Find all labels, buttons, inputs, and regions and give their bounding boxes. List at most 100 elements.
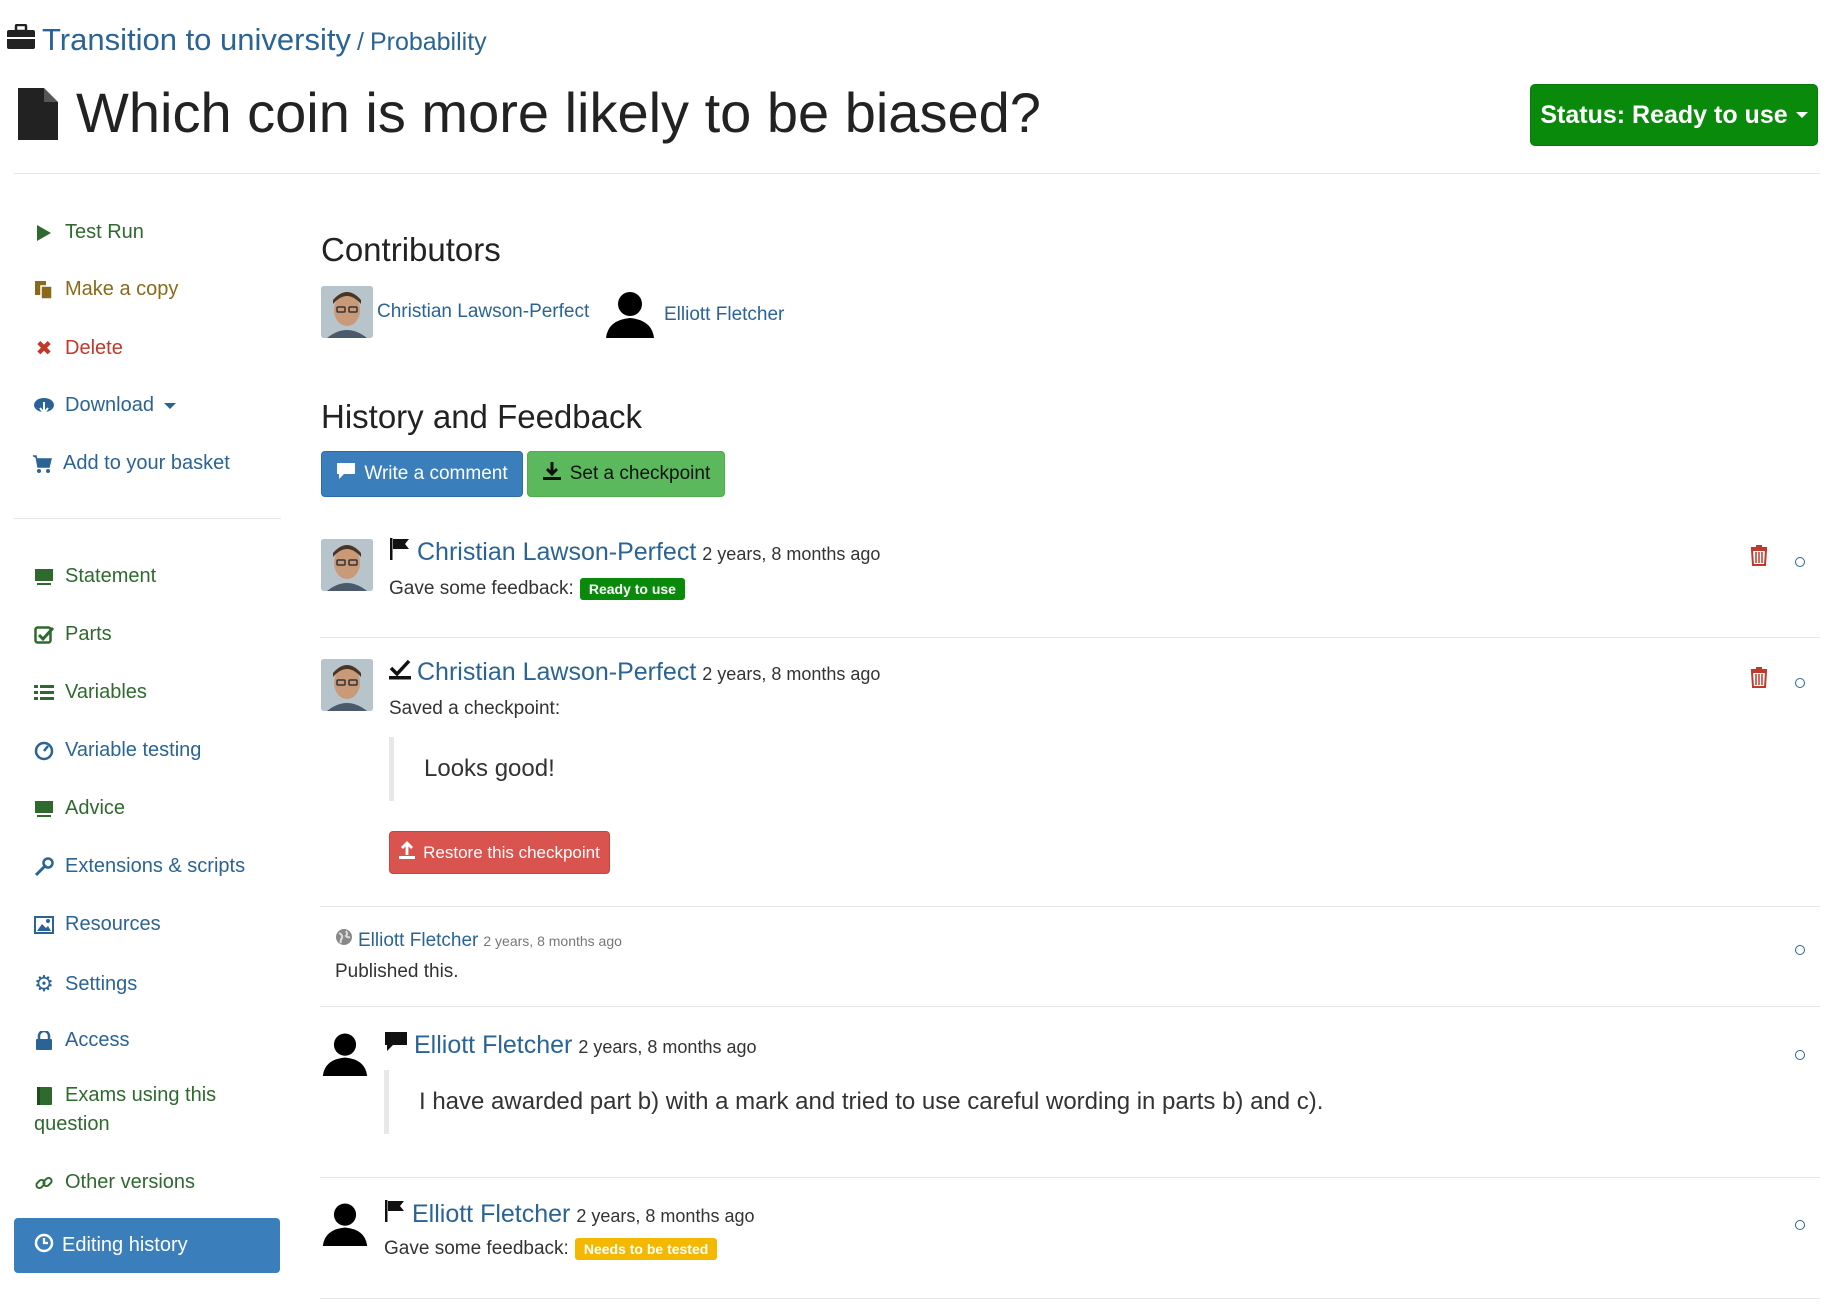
- history-divider: [320, 906, 1820, 907]
- sidebar-item-label: Variables: [65, 681, 147, 703]
- sidebar-item-label-continued: question: [34, 1113, 110, 1135]
- gear-icon: ⚙: [34, 971, 54, 996]
- sidebar-item-extensions[interactable]: Extensions & scripts: [33, 855, 245, 878]
- avatar: [321, 1028, 369, 1081]
- sidebar-item-resources[interactable]: Resources: [33, 913, 161, 936]
- flag-icon: [389, 538, 411, 565]
- caret-down-icon: [1795, 112, 1808, 118]
- write-comment-label: Write a comment: [364, 463, 508, 484]
- sidebar-item-label: Advice: [65, 797, 126, 819]
- test-run-link[interactable]: Test Run: [33, 221, 144, 244]
- history-item-text: Saved a checkpoint:: [389, 698, 561, 719]
- make-copy-link[interactable]: Make a copy: [33, 278, 178, 301]
- breadcrumb-project-link[interactable]: Transition to university: [42, 22, 351, 58]
- history-item-header: Elliott Fletcher 2 years, 8 months ago: [335, 928, 622, 952]
- sidebar-item-advice[interactable]: Advice: [33, 797, 125, 820]
- permalink-icon[interactable]: [1795, 557, 1805, 567]
- picture-icon: [33, 915, 55, 934]
- author-link[interactable]: Elliott Fletcher: [358, 930, 478, 952]
- history-divider: [320, 1177, 1820, 1178]
- sidebar-item-label: Resources: [65, 913, 161, 935]
- lock-icon: [33, 1030, 55, 1051]
- permalink-icon[interactable]: [1795, 678, 1805, 688]
- add-to-basket-link[interactable]: Add to your basket: [31, 452, 230, 475]
- breadcrumb-folder-link[interactable]: Probability: [370, 28, 487, 57]
- contributor-link[interactable]: Elliott Fletcher: [604, 286, 784, 343]
- avatar: [321, 1198, 369, 1251]
- flag-icon: [384, 1200, 406, 1227]
- avatar: [321, 539, 373, 591]
- page-title: Which coin is more likely to be biased?: [76, 81, 1041, 144]
- history-item-header: Elliott Fletcher 2 years, 8 months ago: [384, 1200, 755, 1229]
- author-link[interactable]: Elliott Fletcher: [414, 1031, 572, 1060]
- sidebar-item-statement[interactable]: Statement: [33, 565, 156, 588]
- history-divider: [320, 1298, 1820, 1299]
- history-divider: [320, 637, 1820, 638]
- contributor-link[interactable]: Christian Lawson-Perfect: [321, 286, 589, 338]
- avatar: [321, 659, 373, 711]
- contributors-heading: Contributors: [321, 231, 501, 268]
- timestamp: 2 years, 8 months ago: [578, 1037, 757, 1057]
- trash-icon[interactable]: [1750, 545, 1768, 571]
- author-link[interactable]: Christian Lawson-Perfect: [417, 538, 696, 567]
- sidebar-item-exams-using[interactable]: Exams using this: [33, 1084, 216, 1107]
- sidebar-item-variables[interactable]: Variables: [33, 681, 147, 704]
- checkpoint-icon: [389, 658, 411, 685]
- avatar: [321, 286, 373, 338]
- timestamp: 2 years, 8 months ago: [702, 664, 881, 684]
- restore-checkpoint-button[interactable]: Restore this checkpoint: [389, 831, 610, 874]
- caret-down-icon: [163, 402, 176, 409]
- blackboard-icon: [33, 568, 55, 586]
- sidebar-item-label: Exams using this: [65, 1084, 217, 1106]
- clock-icon: [34, 1233, 54, 1259]
- sidebar-item-other-versions[interactable]: Other versions: [33, 1171, 195, 1194]
- history-item: [321, 539, 373, 591]
- history-item-body: Gave some feedback: Ready to use: [389, 578, 685, 600]
- play-icon: [33, 224, 55, 242]
- document-icon: [16, 86, 60, 147]
- user-silhouette-icon: [604, 286, 656, 343]
- set-checkpoint-label: Set a checkpoint: [569, 463, 711, 484]
- sidebar-item-settings[interactable]: ⚙ Settings: [33, 971, 137, 997]
- set-checkpoint-button[interactable]: Set a checkpoint: [527, 451, 725, 497]
- permalink-icon[interactable]: [1795, 945, 1805, 955]
- list-icon: [33, 684, 55, 702]
- author-link[interactable]: Elliott Fletcher: [412, 1200, 570, 1229]
- status-dropdown-button[interactable]: Status: Ready to use: [1530, 84, 1818, 146]
- author-link[interactable]: Christian Lawson-Perfect: [417, 658, 696, 687]
- history-item-text: Gave some feedback:: [389, 578, 574, 599]
- book-icon: [33, 1086, 55, 1106]
- timestamp: 2 years, 8 months ago: [576, 1206, 755, 1226]
- sidebar-item-label: Other versions: [65, 1171, 196, 1193]
- sidebar-item-variable-testing[interactable]: Variable testing: [33, 739, 201, 762]
- contributor-name: Christian Lawson-Perfect: [377, 301, 590, 322]
- history-item: [321, 659, 373, 711]
- test-run-label: Test Run: [65, 221, 144, 243]
- comment-text: I have awarded part b) with a mark and t…: [384, 1070, 1323, 1134]
- delete-link[interactable]: ✖ Delete: [33, 336, 123, 361]
- history-heading: History and Feedback: [321, 398, 642, 435]
- permalink-icon[interactable]: [1795, 1220, 1805, 1230]
- add-to-basket-label: Add to your basket: [63, 452, 230, 474]
- briefcase-icon: [6, 23, 36, 55]
- status-badge: Ready to use: [579, 578, 685, 600]
- breadcrumb-separator: /: [356, 28, 364, 56]
- sidebar-item-parts[interactable]: Parts: [33, 623, 112, 646]
- status-badge: Needs to be tested: [574, 1238, 718, 1260]
- write-comment-button[interactable]: Write a comment: [321, 451, 523, 497]
- sidebar-item-editing-history[interactable]: Editing history: [14, 1218, 280, 1273]
- permalink-icon[interactable]: [1795, 1050, 1805, 1060]
- timestamp: 2 years, 8 months ago: [483, 933, 622, 949]
- sidebar-item-label: Parts: [65, 623, 112, 645]
- dashboard-icon: [33, 741, 55, 761]
- checkpoint-quote: Looks good!: [389, 737, 555, 801]
- history-item-text: Published this.: [335, 961, 459, 982]
- sidebar-item-access[interactable]: Access: [33, 1029, 129, 1052]
- sidebar-item-exams-using-cont[interactable]: question: [34, 1113, 110, 1136]
- comment-icon: [336, 462, 356, 486]
- download-label: Download: [65, 394, 154, 416]
- sidebar-item-label: Extensions & scripts: [65, 855, 246, 877]
- download-dropdown[interactable]: Download: [33, 394, 176, 417]
- sidebar-divider: [14, 518, 281, 519]
- trash-icon[interactable]: [1750, 667, 1768, 693]
